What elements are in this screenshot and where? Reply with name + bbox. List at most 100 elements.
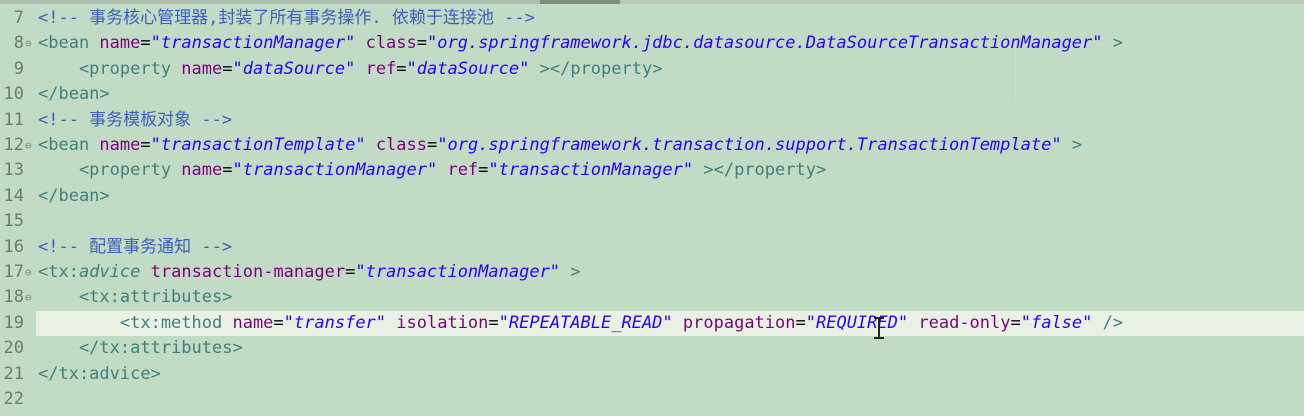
code-text[interactable]: </bean> [38,82,110,107]
token-punct [355,59,365,79]
fold-toggle-icon[interactable]: ⊖ [25,260,34,285]
token-tag: </bean> [38,84,110,105]
token-punct: = [795,312,806,333]
code-line[interactable]: 13 <property name="transactionManager" r… [0,158,1304,183]
code-text[interactable]: <property name="dataSource" ref="dataSou… [38,57,663,82]
code-line[interactable]: 12 ⊖ <bean name="transactionTemplate" clas… [0,133,1304,158]
line-number: 15 [3,211,24,232]
code-line[interactable]: 17 ⊖ <tx:advice transaction-manager="trans… [0,260,1304,285]
code-line[interactable]: 19 <tx:method name="transfer" isolation=… [0,311,1304,336]
token-punct: = [488,312,499,333]
token-tag: /> [1092,312,1124,333]
fold-toggle-icon[interactable]: ⊖ [25,285,34,310]
line-number: 20 [3,338,24,359]
code-line[interactable]: 15 [0,209,1304,234]
code-editor[interactable]: 7 <!-- 事务核心管理器,封装了所有事务操作. 依赖于连接池 --> 8 ⊖ <be… [0,0,1304,416]
token-val: "transfer" [283,312,387,333]
line-number: 11 [3,109,24,130]
code-text[interactable]: <!-- 配置事务通知 --> [38,235,232,260]
fold-toggle-icon[interactable]: ⊖ [25,31,34,56]
token-punct: = [273,312,284,333]
token-tag: <property [38,58,182,79]
token-tag: > [1061,135,1083,155]
code-text[interactable]: <tx:advice transaction-manager="transact… [38,260,581,285]
token-punct [355,33,365,53]
code-text[interactable]: <!-- 事务模板对象 --> [38,108,232,133]
fold-toggle-icon[interactable]: ⊖ [25,133,34,158]
line-number: 12 [3,135,24,155]
code-text[interactable]: <bean name="transactionTemplate" class="… [38,133,1082,158]
token-tag: <bean [38,33,100,54]
token-tag: <property [38,160,182,181]
line-number: 14 [3,185,24,206]
line-number: 9 [13,58,24,79]
code-line[interactable]: 18 ⊖ <tx:attributes> [0,285,1304,310]
token-punct: = [222,58,233,79]
line-number: 21 [3,363,24,384]
token-tag: ></property> [529,58,663,79]
token-val: "transactionManager" [150,33,356,54]
code-line[interactable]: 10 </bean> [0,82,1304,107]
token-val: "transactionManager" [355,262,561,282]
code-text[interactable]: </tx:advice> [38,362,161,387]
code-text[interactable]: <tx:method name="transfer" isolation="RE… [38,311,1123,336]
token-comment: <!-- 配置事务通知 --> [38,236,233,257]
token-punct: = [140,135,151,155]
token-tag: > [1102,33,1124,54]
token-punct [673,313,683,333]
line-number: 10 [3,84,24,105]
editor-tab-strip [0,0,1304,4]
line-number: 16 [3,236,24,257]
token-punct [386,313,396,333]
code-line[interactable]: 11 <!-- 事务模板对象 --> [0,108,1304,133]
token-punct: = [478,160,489,181]
token-attr: class [375,135,427,155]
token-attr: class [365,33,417,54]
text-cursor-icon [874,317,884,339]
token-attr: read-only [918,312,1011,333]
token-tag: <bean [38,135,100,155]
token-punct [437,160,447,180]
code-text[interactable]: </bean> [38,184,110,209]
token-val: "transactionManager" [232,160,438,181]
token-attr: name [99,33,141,54]
token-punct: = [222,160,233,181]
code-line[interactable]: 9 <property name="dataSource" ref="dataS… [0,57,1304,82]
line-number: 17 [3,262,24,282]
token-tag: <tx:method [38,312,233,333]
code-line[interactable]: 20 </tx:attributes> [0,336,1304,361]
token-punct: = [1010,312,1021,333]
code-text[interactable]: </tx:attributes> [38,336,243,361]
code-line[interactable]: 7 <!-- 事务核心管理器,封装了所有事务操作. 依赖于连接池 --> [0,6,1304,31]
token-val: "REPEATABLE_READ" [498,312,673,333]
token-attr: ref [447,160,479,181]
token-val: "dataSource" [232,58,356,79]
token-punct [366,135,376,155]
token-val: "dataSource" [406,58,530,79]
token-attr: ref [365,58,397,79]
code-text[interactable]: <bean name="transactionManager" class="o… [38,31,1123,56]
token-val: "REQUIRED" [805,312,909,333]
token-attr: isolation [396,312,489,333]
token-tag: <tx: [38,262,79,282]
token-punct: = [345,262,356,282]
line-number: 8 [13,33,24,54]
token-punct: = [416,33,428,54]
token-punct: = [140,33,151,54]
code-line[interactable]: 8 ⊖ <bean name="transactionManager" class=… [0,31,1304,56]
code-text[interactable]: <!-- 事务核心管理器,封装了所有事务操作. 依赖于连接池 --> [38,6,535,31]
token-val: "transactionManager" [488,160,694,181]
token-tag: <tx:attributes> [38,287,233,308]
code-line[interactable]: 16 <!-- 配置事务通知 --> [0,235,1304,260]
code-text[interactable]: <property name="transactionManager" ref=… [38,158,826,183]
token-tag: </tx:attributes> [38,338,243,359]
code-line[interactable]: 22 [0,387,1304,412]
code-text[interactable]: <tx:attributes> [38,285,233,310]
token-punct: = [396,58,407,79]
token-val: "false" [1020,312,1093,333]
token-tagitalic: advice [78,262,141,282]
token-punct: = [427,135,438,155]
code-line[interactable]: 21 </tx:advice> [0,362,1304,387]
code-line[interactable]: 14 </bean> [0,184,1304,209]
line-number: 22 [3,389,24,409]
